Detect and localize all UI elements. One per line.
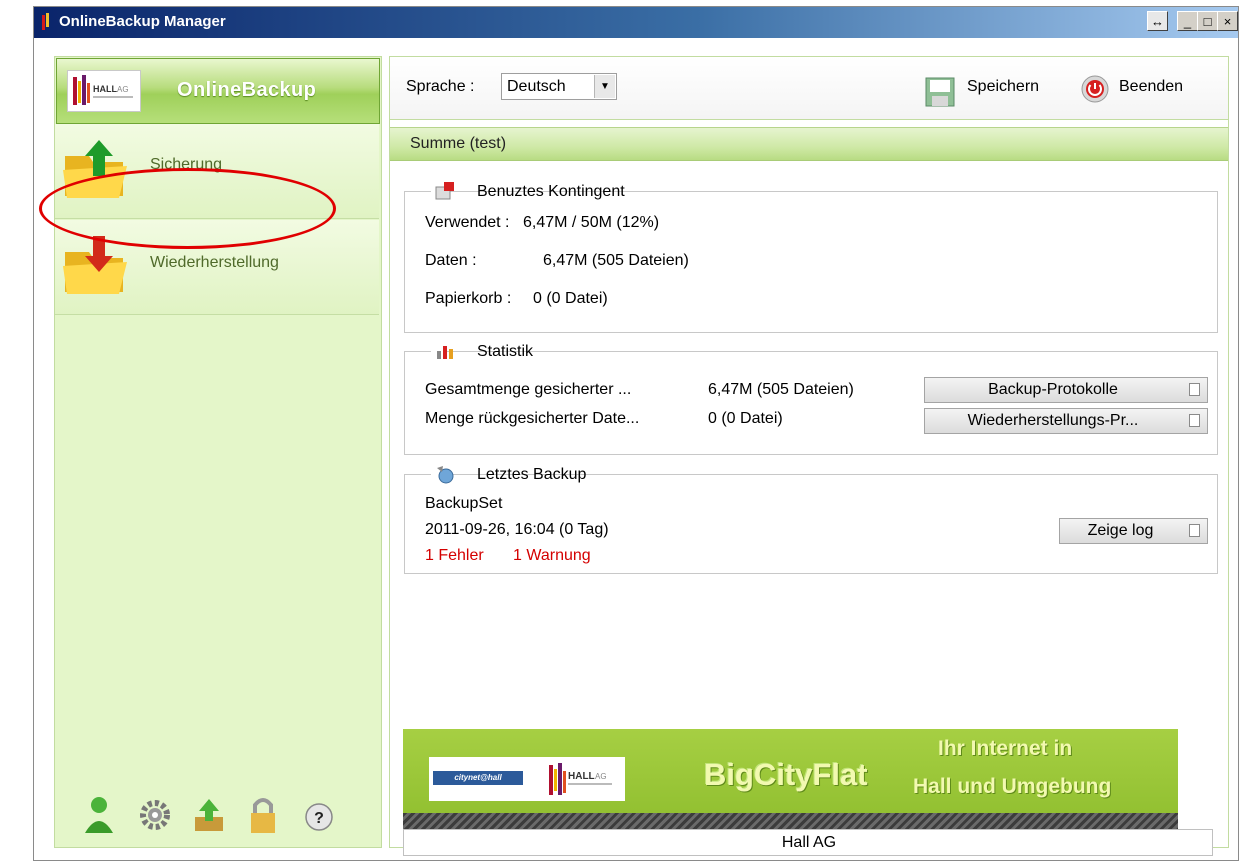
summary-header: Summe (test) [390,127,1228,161]
quit-button[interactable]: Beenden [1119,78,1183,96]
restore-log-button[interactable]: Wiederherstellungs-Pr... [924,408,1208,434]
svg-text:?: ? [314,810,324,827]
minimize-button[interactable]: _ [1177,11,1198,31]
statistics-legend: Statistik [431,341,533,363]
power-off-icon[interactable] [1080,74,1110,104]
backup-globe-icon [437,466,454,484]
maximize-button[interactable]: □ [1197,11,1218,31]
app-logo-icon [42,13,49,30]
backed-up-value: 6,47M (505 Dateien) [708,381,854,398]
backup-log-button-label: Backup-Protokolle [988,381,1118,398]
statistics-group: Statistik Gesamtmenge gesicherter ... 6,… [404,341,1218,455]
last-backup-legend-text: Letztes Backup [477,466,587,483]
footer: Hall AG [403,829,1213,856]
main-panel: Sprache : Deutsch ▼ Speichern Beenden Su… [389,56,1229,856]
brand-header: HALL AG OnlineBackup [56,58,380,124]
partner-logos: citynet@hall HALL AG [429,757,625,801]
footer-company: Hall AG [781,834,837,851]
sidebar-toolbar: ? [55,785,379,845]
show-log-button[interactable]: Zeige log [1059,518,1208,544]
svg-text:AG: AG [117,85,129,94]
banner-stripe [403,813,1178,829]
quota-group: Benuztes Kontingent Verwendet : 6,47M / … [404,181,1218,333]
data-value: 6,47M (505 Dateien) [543,252,689,269]
bar-chart-icon [437,346,453,359]
svg-text:HALL: HALL [93,84,117,94]
window-title: OnlineBackup Manager [59,13,226,30]
document-icon [1189,383,1200,396]
help-icon[interactable]: ? [301,795,337,835]
advertisement-banner[interactable]: citynet@hall HALL AG BigCityFlat Ihr Int… [403,729,1178,829]
document-icon [1189,524,1200,537]
lock-icon[interactable] [245,795,281,835]
data-label: Daten : [425,252,477,269]
warning-count[interactable]: 1 Warnung [513,547,591,565]
trash-label: Papierkorb : [425,290,512,307]
backup-set-name: BackupSet [425,495,503,512]
client-area: HALL AG OnlineBackup Sicherung Wiederher… [36,40,1234,856]
svg-text:AG: AG [595,772,607,781]
trash-value: 0 (0 Datei) [533,290,608,307]
banner-headline: BigCityFlat [704,757,868,792]
used-label: Verwendet : [425,214,510,231]
hall-ag-logo: HALL AG [549,763,612,795]
document-icon [1189,414,1200,427]
highlight-ellipse [39,168,336,249]
show-log-button-label: Zeige log [1087,522,1154,539]
chevron-down-icon[interactable]: ▼ [594,75,615,98]
citynet-logo: citynet@hall [433,771,523,785]
last-backup-group: Letztes Backup BackupSet 2011-09-26, 16:… [404,464,1218,574]
upload-icon[interactable] [191,795,227,835]
app-window: OnlineBackup Manager ↔ _ □ × HALL AG Onl… [33,6,1239,861]
language-label: Sprache : [406,78,475,95]
last-backup-legend: Letztes Backup [431,464,586,486]
language-select[interactable]: Deutsch ▼ [501,73,617,100]
summary-title: Summe (test) [410,135,507,152]
title-bar[interactable]: OnlineBackup Manager ↔ _ □ × [34,7,1238,38]
backup-log-button[interactable]: Backup-Protokolle [924,377,1208,403]
hall-ag-logo: HALL AG [67,70,141,112]
settings-gear-icon[interactable] [137,795,173,835]
restored-value: 0 (0 Datei) [708,410,783,427]
quota-legend: Benuztes Kontingent [431,181,625,203]
quota-icon [435,182,454,200]
backup-datetime: 2011-09-26, 16:04 (0 Tag) [425,521,609,538]
backed-up-label: Gesamtmenge gesicherter ... [425,381,632,398]
banner-tagline-2: Hall und Umgebung [913,775,1112,798]
statistics-legend-text: Statistik [477,343,534,360]
restore-log-button-label: Wiederherstellungs-Pr... [967,412,1139,429]
restore-size-button[interactable]: ↔ [1147,11,1168,31]
error-count[interactable]: 1 Fehler [425,547,484,565]
close-button[interactable]: × [1217,11,1238,31]
top-toolbar: Sprache : Deutsch ▼ Speichern Beenden [390,57,1228,120]
restored-label: Menge rückgesicherter Date... [425,410,640,427]
language-value: Deutsch [507,78,566,95]
brand-title: OnlineBackup [177,79,317,101]
quota-legend-text: Benuztes Kontingent [477,183,625,200]
used-value: 6,47M / 50M (12%) [523,214,660,231]
banner-tagline-1: Ihr Internet in [938,737,1073,760]
save-icon[interactable] [924,76,956,108]
svg-text:HALL: HALL [568,771,595,782]
save-button[interactable]: Speichern [967,78,1039,96]
sidebar-item-label: Wiederherstellung [150,254,279,271]
user-icon[interactable] [81,795,117,835]
